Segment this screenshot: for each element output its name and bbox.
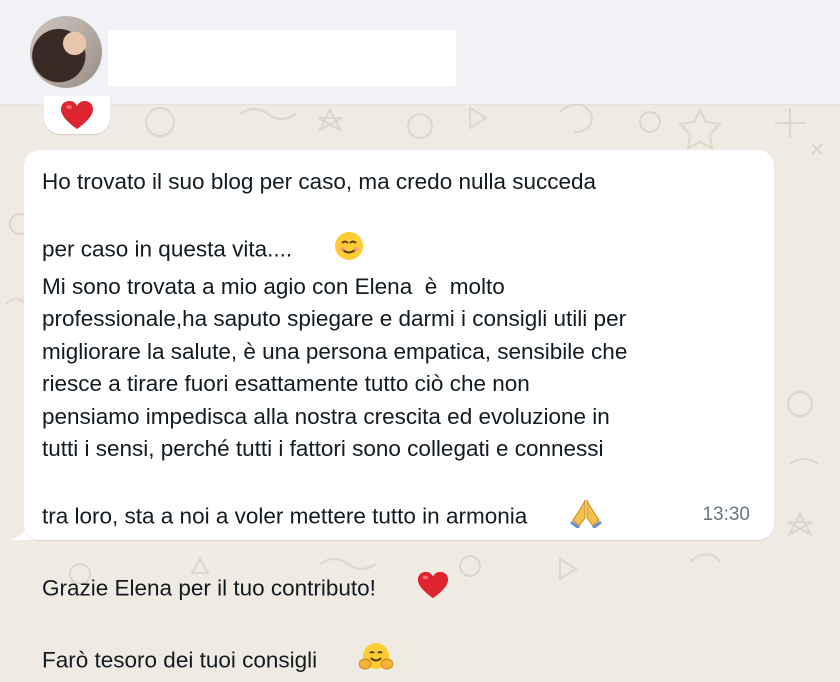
message-timestamp: 13:30 (702, 504, 750, 525)
message-line: Grazie Elena per il tuo contributo! (42, 538, 762, 610)
message-line: per caso in questa vita.... (42, 199, 762, 271)
message-line: professionale,ha saputo spiegare e darmi… (42, 306, 627, 331)
message-line: tutti i sensi, perché tutti i fattori so… (42, 436, 604, 461)
reaction-badge[interactable] (44, 96, 110, 134)
message-text: Ho trovato il suo blog per caso, ma cred… (42, 166, 762, 682)
message-line: Ho trovato il suo blog per caso, ma cred… (42, 169, 597, 194)
folded-hands-icon (531, 466, 603, 538)
red-heart-icon (380, 538, 450, 610)
hugging-face-icon (321, 610, 394, 682)
chat-header (0, 0, 840, 105)
message-line: tra loro, sta a noi a voler mettere tutt… (42, 466, 762, 538)
message-line: Farò tesoro dei tuoi consigli (42, 610, 762, 682)
contact-avatar[interactable] (30, 16, 102, 88)
smiling-face-icon (296, 199, 364, 271)
message-line: migliorare la salute, è una persona empa… (42, 338, 628, 364)
heart-icon (61, 101, 93, 129)
message-line: Mi sono trovata a mio agio con Elena è m… (42, 273, 505, 299)
message-line: riesce a tirare fuori esattamente tutto … (42, 371, 530, 396)
contact-name-redacted (108, 30, 456, 86)
message-line: pensiamo impedisca alla nostra crescita … (42, 403, 610, 429)
message-bubble[interactable]: Ho trovato il suo blog per caso, ma cred… (24, 150, 774, 672)
